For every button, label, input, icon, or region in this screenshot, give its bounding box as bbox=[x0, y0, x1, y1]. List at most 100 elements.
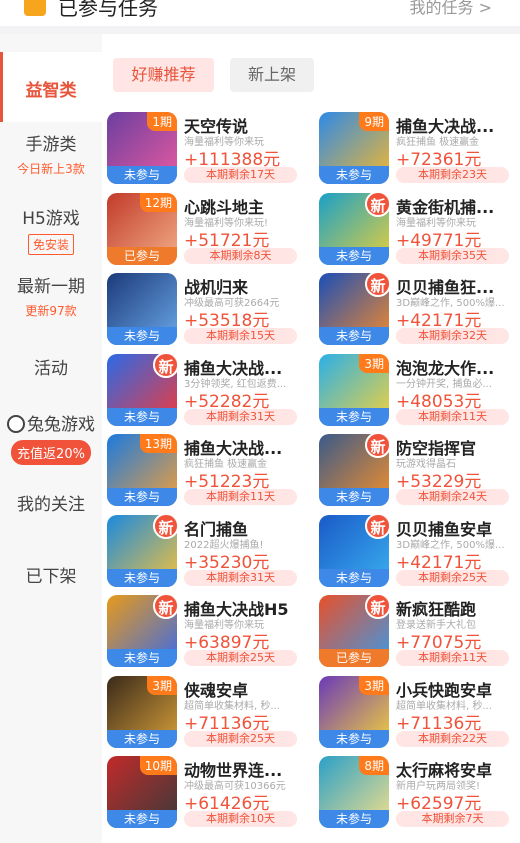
game-icon[interactable]: 12期已参与 bbox=[107, 192, 177, 265]
game-card[interactable]: 1期 未参与 天空传说 海量福利等你来玩 +111388元 本期剩余17天 bbox=[107, 112, 312, 184]
participation-status: 未参与 bbox=[107, 407, 177, 426]
remaining-days: 本期剩余35天 bbox=[396, 247, 509, 264]
sidebar-item-tutu-games[interactable]: 兔兔游戏 充值返20% bbox=[0, 410, 102, 472]
sidebar-item-events[interactable]: 活动 bbox=[0, 354, 102, 394]
sidebar-item-delisted[interactable]: 已下架 bbox=[0, 562, 102, 602]
game-card[interactable]: 10期 未参与 动物世界连... 冲级最高可获10366元 +61426元 本期剩余10天 bbox=[107, 756, 312, 828]
reward-amount: +48053元 bbox=[396, 391, 482, 412]
category-sidebar: 益智类 手游类 今日新上3款 H5游戏 免安装 最新一期 更新97款 活动 兔兔… bbox=[0, 34, 102, 843]
new-badge: 新 bbox=[153, 595, 177, 619]
tab-recommend[interactable]: 好赚推荐 bbox=[113, 58, 214, 92]
sidebar-item-label: 最新一期 bbox=[17, 277, 85, 297]
remaining-days: 本期剩余15天 bbox=[184, 328, 297, 344]
participation-status: 未参与 bbox=[107, 729, 177, 748]
game-card[interactable]: 新未参与 贝贝捕鱼狂... 3D巅峰之作, 500%爆... +42171元 本期剩余3… bbox=[319, 273, 520, 345]
period-badge: 3期 bbox=[147, 675, 177, 695]
sidebar-item-following[interactable]: 我的关注 bbox=[0, 490, 102, 530]
game-card[interactable]: 未参与 战机归来 冲级最高可获2664元 +53518元 本期剩余15天 bbox=[107, 273, 312, 345]
sidebar-item-puzzle[interactable]: 益智类 bbox=[0, 52, 102, 122]
game-card[interactable]: 新未参与 捕鱼大决战H5 海量福利等你来玩 +63897元 本期剩余25天 bbox=[107, 595, 312, 667]
sidebar-item-label: 我的关注 bbox=[17, 495, 85, 515]
game-icon[interactable]: 3期未参与 bbox=[319, 675, 389, 748]
game-icon[interactable]: 新未参与 bbox=[107, 595, 177, 667]
game-card[interactable]: 3期 未参与 泡泡龙大作... 一分钟开奖, 捕鱼必... +48053元 本期剩余11天 bbox=[319, 353, 520, 426]
remaining-days: 本期剩余25天 bbox=[184, 650, 297, 666]
game-icon[interactable]: 新未参与 bbox=[107, 353, 177, 426]
no-install-badge: 免安装 bbox=[27, 234, 74, 255]
game-icon[interactable]: 3期未参与 bbox=[107, 675, 177, 748]
game-icon[interactable]: 13期未参与 bbox=[107, 434, 177, 506]
game-card[interactable]: 新未参与 名门捕鱼 2022超火爆捕鱼! +35230元 本期剩余31天 bbox=[107, 514, 312, 587]
page-title: 已参与任务 bbox=[58, 0, 158, 20]
participation-status: 未参与 bbox=[107, 488, 177, 506]
game-card[interactable]: 新未参与 防空指挥官 玩游戏得晶石 +53229元 本期剩余24天 bbox=[319, 434, 520, 506]
participation-status: 未参与 bbox=[319, 166, 389, 184]
thumbs-up-icon bbox=[24, 0, 46, 16]
game-card[interactable]: 新已参与 新疯狂酷跑 登录送新手大礼包 +77075元 本期剩余11天 bbox=[319, 595, 520, 667]
game-card[interactable]: 8期 未参与 太行麻将安卓 新用户玩两局领奖! +62597元 本期剩余7天 bbox=[319, 756, 520, 828]
rabbit-icon bbox=[7, 415, 25, 433]
period-badge: 13期 bbox=[139, 434, 177, 453]
game-icon[interactable]: 新已参与 bbox=[319, 595, 389, 667]
game-icon[interactable]: 3期 未参与 bbox=[319, 353, 389, 426]
remaining-days: 本期剩余31天 bbox=[184, 408, 297, 425]
remaining-days: 本期剩余31天 bbox=[184, 569, 297, 586]
sidebar-item-latest[interactable]: 最新一期 更新97款 bbox=[0, 272, 102, 332]
participation-status: 已参与 bbox=[107, 246, 177, 265]
sidebar-item-label: 益智类 bbox=[25, 81, 77, 101]
reward-amount: +52282元 bbox=[184, 391, 270, 412]
game-card[interactable]: 13期 未参与 捕鱼大决战... 疯狂捕鱼 极速赢金 +51223元 本期剩余11天 bbox=[107, 434, 312, 506]
game-card[interactable]: 9期 未参与 捕鱼大决战... 疯狂捕鱼 极速赢金 +72361元 本期剩余23天 bbox=[319, 112, 520, 184]
reward-amount: +35230元 bbox=[184, 552, 270, 573]
game-icon[interactable]: 新未参与 bbox=[319, 192, 389, 265]
remaining-days: 本期剩余11天 bbox=[396, 650, 509, 666]
game-card[interactable]: 3期 未参与 小兵快跑安卓 超简单收集材料, 秒... +71136元 本期剩余22天 bbox=[319, 675, 520, 748]
sidebar-item-label: 兔兔游戏 bbox=[27, 415, 95, 435]
sidebar-item-label: 活动 bbox=[34, 359, 68, 379]
sidebar-item-h5-games[interactable]: H5游戏 免安装 bbox=[0, 204, 102, 264]
game-card[interactable]: 新未参与 捕鱼大决战... 3分钟领奖, 红包返费... +52282元 本期剩余31天 bbox=[107, 353, 312, 426]
participation-status: 未参与 bbox=[107, 810, 177, 828]
remaining-days: 本期剩余23天 bbox=[396, 167, 509, 183]
game-icon[interactable]: 新未参与 bbox=[319, 434, 389, 506]
game-icon[interactable]: 新未参与 bbox=[107, 514, 177, 587]
game-icon[interactable]: 10期 未参与 bbox=[107, 756, 177, 828]
remaining-days: 本期剩余8天 bbox=[184, 247, 297, 264]
period-badge: 8期 bbox=[359, 756, 389, 775]
remaining-days: 本期剩余25天 bbox=[184, 730, 297, 747]
game-icon[interactable]: 9期未参与 bbox=[319, 112, 389, 184]
game-icon[interactable]: 8期 未参与 bbox=[319, 756, 389, 828]
participation-status: 已参与 bbox=[319, 649, 389, 667]
participation-status: 未参与 bbox=[319, 327, 389, 345]
reward-amount: +71136元 bbox=[396, 713, 482, 734]
game-icon[interactable]: 新未参与 bbox=[319, 514, 389, 587]
new-badge: 新 bbox=[153, 514, 177, 539]
participation-status: 未参与 bbox=[319, 729, 389, 748]
game-card[interactable]: 新未参与 黄金街机捕... 海量福利等你来玩 +49771元 本期剩余35天 bbox=[319, 192, 520, 265]
reward-amount: +51721元 bbox=[184, 230, 270, 251]
remaining-days: 本期剩余17天 bbox=[184, 167, 297, 183]
tab-new-arrivals[interactable]: 新上架 bbox=[230, 58, 314, 92]
update-count-note: 更新97款 bbox=[25, 304, 77, 318]
period-badge: 3期 bbox=[359, 675, 389, 695]
remaining-days: 本期剩余10天 bbox=[184, 811, 297, 827]
game-icon[interactable]: 1期 未参与 bbox=[107, 112, 177, 184]
recharge-rebate-badge: 充值返20% bbox=[11, 440, 91, 465]
participation-status: 未参与 bbox=[107, 166, 177, 184]
new-badge: 新 bbox=[153, 353, 177, 378]
period-badge: 9期 bbox=[359, 112, 389, 131]
remaining-days: 本期剩余32天 bbox=[396, 328, 509, 344]
new-badge: 新 bbox=[365, 434, 389, 458]
game-icon[interactable]: 新未参与 bbox=[319, 273, 389, 345]
participation-status: 未参与 bbox=[107, 327, 177, 345]
my-tasks-link[interactable]: 我的任务 > bbox=[410, 0, 493, 18]
game-icon[interactable]: 未参与 bbox=[107, 273, 177, 345]
game-card[interactable]: 3期 未参与 侠魂安卓 超简单收集材料, 秒... +71136元 本期剩余25天 bbox=[107, 675, 312, 748]
sidebar-item-mobile-games[interactable]: 手游类 今日新上3款 bbox=[0, 130, 102, 190]
period-badge: 12期 bbox=[139, 192, 177, 212]
game-card[interactable]: 新未参与 贝贝捕鱼安卓 3D巅峰之作, 500%爆... +42171元 本期剩余25天 bbox=[319, 514, 520, 587]
game-card[interactable]: 12期 已参与 心跳斗地主 海量福利等你来玩! +51721元 本期剩余8天 bbox=[107, 192, 312, 265]
remaining-days: 本期剩余24天 bbox=[396, 489, 509, 505]
period-badge: 3期 bbox=[359, 353, 389, 373]
sidebar-item-label: 已下架 bbox=[25, 567, 77, 587]
